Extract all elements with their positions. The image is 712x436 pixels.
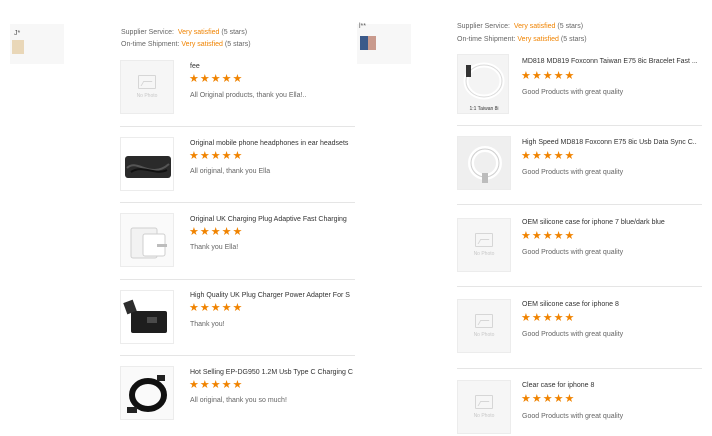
product-photo[interactable]: No Photo — [457, 299, 511, 353]
review-comment: Good Products with great quality — [522, 169, 624, 176]
star-rating: ★★★★★ — [521, 393, 576, 405]
review-comment: Good Products with great quality — [522, 413, 624, 420]
product-title[interactable]: OEM silicone case for iphone 7 blue/dark… — [522, 218, 697, 227]
product-title[interactable]: High Quality UK Plug Charger Power Adapt… — [190, 291, 355, 300]
no-photo-label: No Photo — [473, 332, 495, 338]
product-title[interactable]: Original UK Charging Plug Adaptive Fast … — [190, 215, 355, 224]
black-charger-icon — [123, 299, 167, 333]
product-title[interactable]: OEM silicone case for iphone 8 — [522, 300, 697, 309]
no-photo-label: No Photo — [473, 413, 495, 419]
product-photo[interactable] — [120, 213, 174, 267]
review-comment: All original, thank you so much! — [190, 397, 287, 404]
review-comment: All original, thank you Ella — [190, 168, 271, 175]
product-title[interactable]: fee — [190, 62, 355, 71]
review-comment: Good Products with great quality — [522, 331, 624, 338]
image-placeholder-icon — [138, 75, 156, 89]
divider — [120, 202, 355, 203]
user-avatar-icon-right — [360, 36, 368, 50]
divider — [457, 125, 702, 126]
product-photo[interactable]: No Photo — [457, 218, 511, 272]
user-avatar-icon — [12, 40, 24, 54]
product-photo[interactable] — [120, 366, 174, 420]
product-photo[interactable]: No Photo — [120, 60, 174, 114]
product-photo[interactable] — [457, 136, 511, 190]
review-comment: Thank you! — [190, 321, 225, 328]
no-photo-label: No Photo — [473, 251, 495, 257]
product-title[interactable]: High Speed MD818 Foxconn E75 8ic Usb Dat… — [522, 138, 697, 147]
buyer-name-left: J* — [14, 30, 21, 37]
black-cable-icon — [127, 375, 167, 413]
supplier-service-left: Supplier Service: Very satisfied (5 star… — [121, 29, 248, 36]
product-title[interactable]: Original mobile phone headphones in ear … — [190, 139, 355, 148]
divider — [120, 126, 355, 127]
star-rating: ★★★★★ — [189, 226, 244, 238]
product-photo[interactable] — [120, 290, 174, 344]
ontime-shipment-left: On-time Shipment: Very satisfied (5 star… — [121, 41, 251, 48]
review-comment: Thank you Ella! — [190, 244, 239, 251]
earphones-icon — [125, 156, 171, 178]
product-photo[interactable]: 1:1 Taiwan 8i — [457, 54, 509, 114]
buyer-name-right: l** — [359, 23, 367, 30]
photo-caption: 1:1 Taiwan 8i — [469, 106, 499, 112]
star-rating: ★★★★★ — [521, 70, 576, 82]
divider — [120, 279, 355, 280]
image-placeholder-icon — [475, 395, 493, 409]
image-placeholder-icon — [475, 314, 493, 328]
no-photo-label: No Photo — [136, 93, 158, 99]
product-photo[interactable]: No Photo — [457, 380, 511, 434]
star-rating: ★★★★★ — [189, 150, 244, 162]
star-rating: ★★★★★ — [189, 379, 244, 391]
divider — [457, 286, 702, 287]
star-rating: ★★★★★ — [521, 230, 576, 242]
divider — [457, 204, 702, 205]
white-cable-icon — [463, 62, 505, 100]
review-comment: Good Products with great quality — [522, 249, 624, 256]
white-charger-icon — [130, 227, 167, 259]
star-rating: ★★★★★ — [189, 302, 244, 314]
product-photo[interactable] — [120, 137, 174, 191]
product-title[interactable]: MD818 MD819 Foxconn Taiwan E75 8ic Brace… — [522, 57, 697, 66]
review-comment: Good Products with great quality — [522, 89, 624, 96]
image-placeholder-icon — [475, 233, 493, 247]
star-rating: ★★★★★ — [521, 312, 576, 324]
user-avatar-icon-right-2 — [368, 36, 376, 50]
divider — [120, 355, 355, 356]
supplier-service-right: Supplier Service: Very satisfied (5 star… — [457, 23, 584, 30]
product-title[interactable]: Hot Selling EP-DG950 1.2M Usb Type C Cha… — [190, 368, 355, 377]
coiled-cable-icon — [468, 146, 502, 183]
product-title[interactable]: Clear case for iphone 8 — [522, 381, 697, 390]
review-comment: All Original products, thank you Ella!.. — [190, 92, 307, 99]
divider — [457, 368, 702, 369]
star-rating: ★★★★★ — [189, 73, 244, 85]
ontime-shipment-right: On-time Shipment: Very satisfied (5 star… — [457, 36, 587, 43]
star-rating: ★★★★★ — [521, 150, 576, 162]
